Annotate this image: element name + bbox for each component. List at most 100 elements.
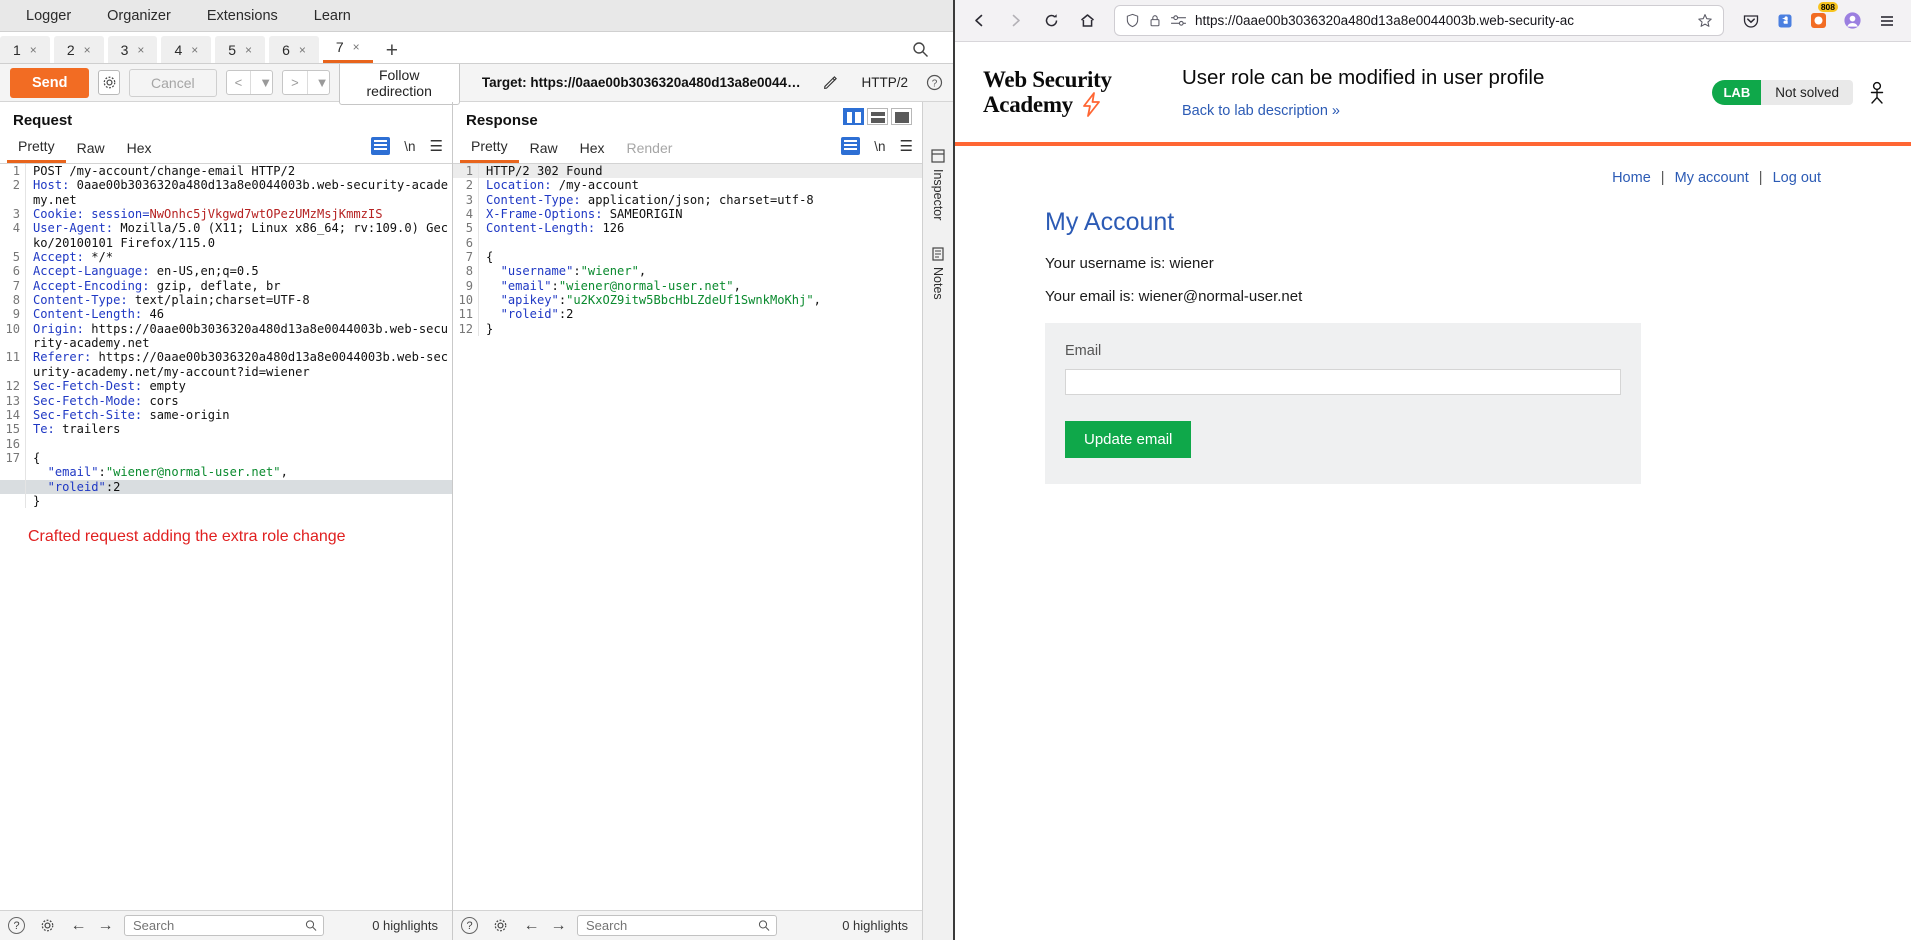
response-editor[interactable]: 1 HTTP/2 302 Found 2 Location: /my-account 3… <box>453 164 922 910</box>
notes-tool[interactable]: Notes <box>930 246 946 300</box>
next-dropdown-icon[interactable]: ▼ <box>308 71 329 94</box>
request-line[interactable]: "email":"wiener@normal-user.net", <box>0 465 452 480</box>
menu-item-logger[interactable]: Logger <box>8 0 89 32</box>
newline-icon[interactable]: \n <box>874 139 885 154</box>
close-icon[interactable]: × <box>30 43 37 57</box>
menu-item-organizer[interactable]: Organizer <box>89 0 189 32</box>
bookmark-star-icon[interactable] <box>1697 13 1713 29</box>
menu-icon[interactable]: ☰ <box>900 137 913 155</box>
edit-pencil-icon[interactable] <box>823 75 838 90</box>
prev-dropdown-icon[interactable]: ▼ <box>251 71 272 94</box>
response-line[interactable]: 7{ <box>453 250 922 265</box>
reload-button[interactable] <box>1036 5 1067 36</box>
burp-extension-icon[interactable]: 808 <box>1803 2 1838 36</box>
close-icon[interactable]: × <box>137 43 144 57</box>
repeater-tab-2[interactable]: 2 × <box>53 36 104 63</box>
request-line[interactable]: 16 <box>0 436 452 451</box>
request-line[interactable]: 8 Content-Type: text/plain;charset=UTF-8 <box>0 293 452 308</box>
search-back-icon[interactable]: ← <box>70 917 87 934</box>
send-button[interactable]: Send <box>10 67 90 98</box>
academy-logo[interactable]: Web Security Academy <box>983 67 1158 117</box>
help-icon[interactable]: ? <box>926 74 943 91</box>
permissions-icon[interactable] <box>1170 14 1187 27</box>
request-line[interactable]: 6 Accept-Language: en-US,en;q=0.5 <box>0 264 452 279</box>
tab-request-pretty[interactable]: Pretty <box>7 134 66 163</box>
menu-item-extensions[interactable]: Extensions <box>189 0 296 32</box>
next-request-button[interactable]: > <box>283 71 308 94</box>
close-icon[interactable]: × <box>353 40 360 54</box>
word-wrap-icon[interactable] <box>841 137 861 155</box>
request-line[interactable]: 3 Cookie: session=NwOnhc5jVkgwd7wtOPezUMz… <box>0 207 452 222</box>
update-email-button[interactable]: Update email <box>1065 421 1192 458</box>
response-line[interactable]: 6 <box>453 235 922 251</box>
request-line[interactable]: 17 { <box>0 450 452 466</box>
tab-request-raw[interactable]: Raw <box>66 136 116 162</box>
extension-puzzle-icon[interactable] <box>1769 5 1800 36</box>
gear-icon[interactable] <box>98 70 121 95</box>
request-line[interactable]: "roleid":2 <box>0 479 452 494</box>
response-line[interactable]: 5 Content-Length: 126 <box>453 221 922 236</box>
search-forward-icon[interactable]: → <box>97 917 114 934</box>
tab-response-raw[interactable]: Raw <box>519 136 569 162</box>
prev-request-button[interactable]: < <box>227 71 252 94</box>
layout-stacked-button[interactable] <box>867 108 888 125</box>
close-icon[interactable]: × <box>245 43 252 57</box>
request-line[interactable]: 7 Accept-Encoding: gzip, deflate, br <box>0 278 452 294</box>
help-icon[interactable]: ? <box>461 917 478 934</box>
search-forward-icon[interactable]: → <box>550 917 567 934</box>
back-button[interactable] <box>964 5 995 36</box>
tab-response-render[interactable]: Render <box>616 136 684 162</box>
search-input[interactable] <box>584 917 758 934</box>
repeater-tab-1[interactable]: 1 × <box>0 36 50 63</box>
response-search-box[interactable] <box>577 915 777 936</box>
response-line[interactable]: 1 HTTP/2 302 Found <box>453 164 922 179</box>
response-line[interactable]: 11 "roleid":2 <box>453 307 922 322</box>
menu-icon[interactable]: ☰ <box>430 137 443 155</box>
request-line[interactable]: 2 Host: 0aae00b3036320a480d13a8e0044003b.… <box>0 178 452 208</box>
repeater-tab-7[interactable]: 7 × <box>322 33 373 63</box>
response-line[interactable]: 9 "email":"wiener@normal-user.net", <box>453 278 922 294</box>
nav-link-log-out[interactable]: Log out <box>1773 170 1821 186</box>
repeater-tab-4[interactable]: 4 × <box>161 36 212 63</box>
response-line[interactable]: 4 X-Frame-Options: SAMEORIGIN <box>453 207 922 222</box>
repeater-tab-6[interactable]: 6 × <box>269 36 319 63</box>
request-line[interactable]: 13 Sec-Fetch-Mode: cors <box>0 393 452 408</box>
lab-user-icon[interactable] <box>1867 80 1887 104</box>
response-line[interactable]: 3 Content-Type: application/json; charset… <box>453 192 922 208</box>
close-icon[interactable]: × <box>299 43 306 57</box>
response-line[interactable]: 2 Location: /my-account <box>453 178 922 193</box>
request-line[interactable]: 11 Referer: https://0aae00b3036320a480d13… <box>0 350 452 380</box>
address-bar[interactable]: https://0aae00b3036320a480d13a8e0044003b… <box>1114 5 1724 36</box>
tab-response-pretty[interactable]: Pretty <box>460 134 519 163</box>
search-icon[interactable] <box>912 41 929 58</box>
request-search-box[interactable] <box>124 915 324 936</box>
response-line[interactable]: 10 "apikey":"u2KxOZ9itw5BbcHbLZdeUf1Swnk… <box>453 293 922 308</box>
forward-button[interactable] <box>1000 5 1031 36</box>
request-line[interactable]: 4 User-Agent: Mozilla/5.0 (X11; Linux x86… <box>0 221 452 251</box>
tab-response-hex[interactable]: Hex <box>569 136 616 162</box>
cancel-button[interactable]: Cancel <box>129 68 217 97</box>
home-button[interactable] <box>1072 5 1103 36</box>
nav-link-my-account[interactable]: My account <box>1675 170 1749 186</box>
menu-item-learn[interactable]: Learn <box>296 0 369 32</box>
request-line[interactable]: 15 Te: trailers <box>0 422 452 437</box>
response-line[interactable]: 12} <box>453 321 922 337</box>
request-line[interactable]: } <box>0 493 452 509</box>
search-input[interactable] <box>131 917 305 934</box>
request-line[interactable]: 10 Origin: https://0aae00b3036320a480d13a… <box>0 321 452 351</box>
tab-request-hex[interactable]: Hex <box>116 136 163 162</box>
newline-icon[interactable]: \n <box>404 139 415 154</box>
gear-icon[interactable] <box>488 913 513 938</box>
request-line[interactable]: 1 POST /my-account/change-email HTTP/2 <box>0 164 452 179</box>
account-avatar-icon[interactable] <box>1837 5 1868 36</box>
inspector-tool[interactable]: Inspector <box>930 148 946 220</box>
request-line[interactable]: 9 Content-Length: 46 <box>0 307 452 322</box>
add-tab-button[interactable]: + <box>377 38 407 63</box>
back-to-lab-description-link[interactable]: Back to lab description » <box>1182 103 1712 119</box>
request-line[interactable]: 12 Sec-Fetch-Dest: empty <box>0 379 452 394</box>
request-line[interactable]: 14 Sec-Fetch-Site: same-origin <box>0 407 452 423</box>
follow-redirection-button[interactable]: Follow redirection <box>338 60 460 105</box>
repeater-tab-5[interactable]: 5 × <box>215 36 266 63</box>
layout-tabs-button[interactable] <box>891 108 912 125</box>
repeater-tab-3[interactable]: 3 × <box>107 36 158 63</box>
